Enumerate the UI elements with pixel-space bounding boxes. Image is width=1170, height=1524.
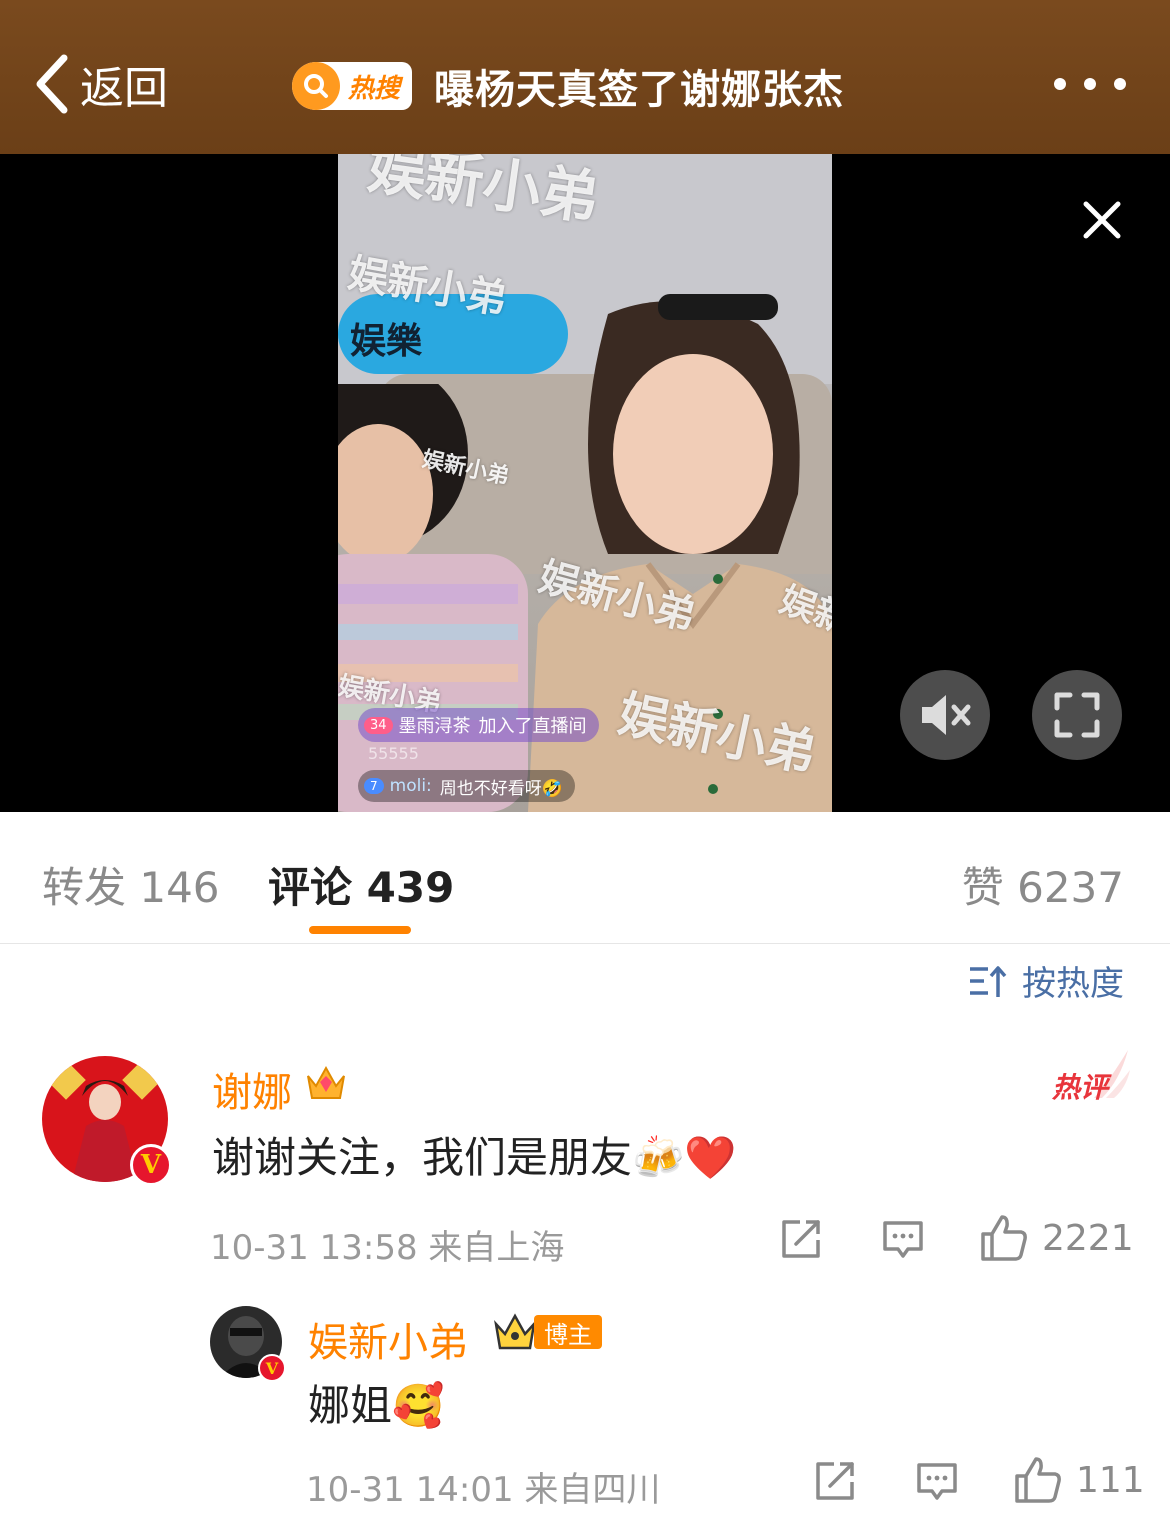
thumbs-up-icon xyxy=(981,1215,1027,1261)
avatar[interactable]: V xyxy=(42,1056,172,1186)
chevron-left-icon xyxy=(36,54,68,114)
verified-icon: V xyxy=(130,1144,172,1186)
back-label: 返回 xyxy=(80,63,168,114)
video-player[interactable]: 娱樂 娱新小弟 娱新小弟 娱新小弟 娱新小弟 娱新小弟 娱新小弟 娱新小弟 34… xyxy=(0,154,1170,812)
active-tab-indicator xyxy=(309,926,411,934)
sort-icon xyxy=(970,965,1007,997)
avatar[interactable]: V xyxy=(210,1306,286,1382)
crown-icon xyxy=(494,1313,536,1350)
search-icon xyxy=(292,62,340,110)
like-button[interactable]: 111 xyxy=(1014,1456,1145,1504)
live-comment: 7 moli: 周也不好看呀🤣 xyxy=(358,770,575,802)
mute-button[interactable] xyxy=(900,670,990,760)
live-join-user: 墨雨浔茶 xyxy=(398,716,471,737)
like-button[interactable]: 2221 xyxy=(980,1214,1134,1262)
reply-button[interactable] xyxy=(916,1462,958,1502)
comment-location: 来自四川 xyxy=(524,1470,661,1510)
tab-repost[interactable]: 转发 146 xyxy=(42,854,220,915)
crown-diamond-icon xyxy=(307,1065,345,1099)
share-icon xyxy=(816,1462,854,1500)
comment-icon xyxy=(917,1463,957,1500)
tab-like[interactable]: 赞 6237 xyxy=(962,854,1124,915)
comment-text: 娜姐🥰 xyxy=(308,1381,445,1430)
live-faded-message: 55555 xyxy=(368,744,419,763)
more-dot-icon xyxy=(1084,78,1096,90)
like-count: 111 xyxy=(1076,1459,1145,1501)
live-comment-text: 周也不好看呀🤣 xyxy=(439,778,563,799)
comment-text: 谢谢关注，我们是朋友🍻❤️ xyxy=(212,1133,737,1182)
user-level-badge: 34 xyxy=(364,716,393,734)
more-dot-icon xyxy=(1054,78,1066,90)
verified-icon: V xyxy=(258,1354,286,1382)
comment-author[interactable]: 娱新小弟 xyxy=(308,1310,468,1368)
comment-time: 10-31 14:01 xyxy=(306,1470,514,1510)
blogger-badge: 博主 xyxy=(492,1312,602,1352)
comment-author[interactable]: 谢娜 xyxy=(212,1060,292,1118)
hot-search-title[interactable]: 热搜 曝杨天真签了谢娜张杰 xyxy=(292,56,844,116)
thumbs-up-icon xyxy=(1015,1457,1061,1503)
live-comment-user: moli: xyxy=(389,776,432,796)
like-count: 2221 xyxy=(1042,1217,1134,1259)
top-bar: 返回 热搜 曝杨天真签了谢娜张杰 xyxy=(0,0,1170,154)
sort-label: 按热度 xyxy=(1022,964,1124,1004)
more-dot-icon xyxy=(1114,78,1126,90)
repost-button[interactable] xyxy=(814,1460,856,1502)
reply-button[interactable] xyxy=(882,1220,924,1260)
page-title: 曝杨天真签了谢娜张杰 xyxy=(434,67,845,113)
fullscreen-button[interactable] xyxy=(1032,670,1122,760)
hot-tag-label: 热评 xyxy=(1052,1071,1109,1104)
speaker-muted-icon xyxy=(922,695,971,735)
blogger-badge-label: 博主 xyxy=(534,1315,602,1349)
close-icon[interactable] xyxy=(1080,198,1124,242)
more-menu-button[interactable] xyxy=(1054,78,1126,90)
comment-time: 10-31 13:58 xyxy=(210,1228,418,1268)
show-logo-text: 娱樂 xyxy=(350,321,423,362)
fullscreen-icon xyxy=(1054,692,1100,738)
sort-button[interactable]: 按热度 xyxy=(968,956,1124,1005)
tab-comment[interactable]: 评论 439 xyxy=(268,854,454,915)
live-join-notice: 34 墨雨浔茶 加入了直播间 xyxy=(358,708,599,742)
repost-button[interactable] xyxy=(780,1218,822,1260)
share-icon xyxy=(782,1220,820,1258)
hot-search-badge-label: 热搜 xyxy=(348,73,401,104)
comment-location: 来自上海 xyxy=(428,1228,565,1268)
comment-icon xyxy=(883,1221,923,1258)
comment-meta: 10-31 13:58 来自上海 xyxy=(210,1220,564,1269)
interaction-tabs: 转发 146 评论 439 赞 6237 xyxy=(0,812,1170,944)
live-join-action: 加入了直播间 xyxy=(478,716,587,737)
video-frame: 娱樂 娱新小弟 娱新小弟 娱新小弟 娱新小弟 娱新小弟 娱新小弟 娱新小弟 34… xyxy=(338,154,832,812)
comment-meta: 10-31 14:01 来自四川 xyxy=(306,1462,660,1511)
user-level-badge: 7 xyxy=(364,778,384,794)
hot-comment-tag: 热评 xyxy=(1050,1050,1130,1104)
back-button[interactable]: 返回 xyxy=(34,52,168,116)
hot-search-badge: 热搜 xyxy=(292,62,413,110)
